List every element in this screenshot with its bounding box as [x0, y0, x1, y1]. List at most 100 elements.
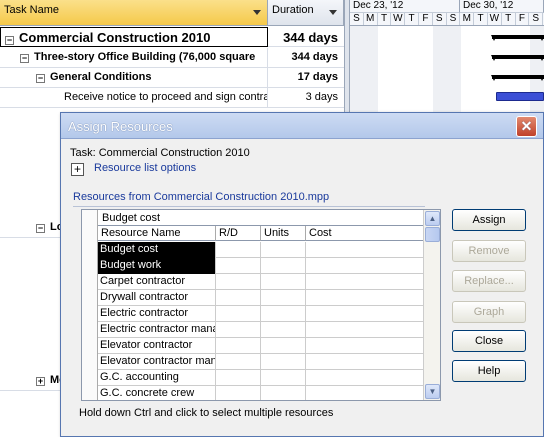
- resource-row[interactable]: G.C. accounting: [98, 370, 435, 386]
- column-header-resource-name[interactable]: Resource Name: [98, 226, 216, 241]
- units-cell[interactable]: [261, 370, 306, 386]
- cost-cell[interactable]: [306, 242, 435, 258]
- close-icon[interactable]: ✕: [516, 116, 537, 137]
- replace-button[interactable]: Replace...: [452, 270, 526, 292]
- resource-name-cell[interactable]: Drywall contractor: [98, 290, 216, 306]
- row-selector-column[interactable]: [82, 210, 98, 400]
- resource-row[interactable]: Elevator contractor: [98, 338, 435, 354]
- task-name-cell[interactable]: Receive notice to proceed and sign contr…: [0, 88, 268, 108]
- dropdown-arrow-icon[interactable]: [253, 10, 261, 15]
- duration-column-header[interactable]: Duration: [268, 0, 344, 26]
- resource-name-cell[interactable]: Electric contractor: [98, 306, 216, 322]
- resource-row[interactable]: Electric contractor: [98, 306, 435, 322]
- column-header-rd[interactable]: R/D: [216, 226, 261, 241]
- rd-cell[interactable]: [216, 258, 261, 274]
- resource-row[interactable]: G.C. concrete crew: [98, 386, 435, 400]
- collapse-icon[interactable]: −: [36, 74, 45, 83]
- resource-row[interactable]: Budget cost: [98, 242, 435, 258]
- resource-row[interactable]: Electric contractor management: [98, 322, 435, 338]
- cost-cell[interactable]: [306, 370, 435, 386]
- expand-options-icon[interactable]: +: [71, 163, 84, 176]
- day-label: S: [433, 13, 447, 25]
- units-cell[interactable]: [261, 322, 306, 338]
- task-line: Task: Commercial Construction 2010: [70, 147, 250, 159]
- cost-cell[interactable]: [306, 274, 435, 290]
- dialog-body: Task: Commercial Construction 2010 + Res…: [61, 139, 543, 436]
- cell-edit-field[interactable]: Budget cost: [98, 210, 435, 226]
- scroll-up-icon[interactable]: ▲: [425, 211, 440, 226]
- rd-cell[interactable]: [216, 386, 261, 400]
- resource-row[interactable]: Drywall contractor: [98, 290, 435, 306]
- cost-cell[interactable]: [306, 386, 435, 400]
- task-row[interactable]: − Three-story Office Building (76,000 squ…: [0, 48, 344, 68]
- units-cell[interactable]: [261, 306, 306, 322]
- resource-list-options-link[interactable]: Resource list options: [94, 162, 196, 174]
- task-name-cell[interactable]: − Commercial Construction 2010: [0, 27, 268, 47]
- assign-button[interactable]: Assign: [452, 209, 526, 231]
- resource-row[interactable]: Carpet contractor: [98, 274, 435, 290]
- rd-cell[interactable]: [216, 354, 261, 370]
- scroll-down-icon[interactable]: ▼: [425, 384, 440, 399]
- resource-name-cell[interactable]: Elevator contractor management: [98, 354, 216, 370]
- help-button[interactable]: Help: [452, 360, 526, 382]
- cost-cell[interactable]: [306, 258, 435, 274]
- units-cell[interactable]: [261, 274, 306, 290]
- dialog-title-bar[interactable]: Assign Resources ✕: [61, 113, 543, 139]
- graph-button[interactable]: Graph: [452, 301, 526, 323]
- rd-cell[interactable]: [216, 338, 261, 354]
- cost-cell[interactable]: [306, 322, 435, 338]
- rd-cell[interactable]: [216, 370, 261, 386]
- rd-cell[interactable]: [216, 322, 261, 338]
- task-row[interactable]: Receive notice to proceed and sign contr…: [0, 88, 344, 108]
- close-button[interactable]: Close: [452, 330, 526, 352]
- units-cell[interactable]: [261, 290, 306, 306]
- resource-row[interactable]: Elevator contractor management: [98, 354, 435, 370]
- units-cell[interactable]: [261, 338, 306, 354]
- cost-cell[interactable]: [306, 306, 435, 322]
- day-label: S: [447, 13, 461, 25]
- resource-name-cell[interactable]: Carpet contractor: [98, 274, 216, 290]
- rd-cell[interactable]: [216, 242, 261, 258]
- collapse-icon[interactable]: −: [5, 36, 14, 45]
- task-row[interactable]: − Commercial Construction 2010 344 days: [0, 27, 344, 47]
- task-row[interactable]: − General Conditions 17 days: [0, 68, 344, 88]
- cost-cell[interactable]: [306, 354, 435, 370]
- dialog-title: Assign Resources: [68, 119, 173, 134]
- collapse-icon[interactable]: −: [20, 54, 29, 63]
- summary-bar[interactable]: [491, 55, 544, 61]
- column-header-units[interactable]: Units: [261, 226, 306, 241]
- day-label: S: [350, 13, 364, 25]
- scroll-thumb[interactable]: [425, 227, 440, 242]
- units-cell[interactable]: [261, 354, 306, 370]
- task-bar[interactable]: [496, 92, 544, 101]
- resource-grid[interactable]: Budget cost Resource Name R/D Units Cost…: [81, 209, 441, 401]
- cost-cell[interactable]: [306, 290, 435, 306]
- column-header-cost[interactable]: Cost: [306, 226, 424, 241]
- summary-bar[interactable]: [491, 75, 544, 81]
- task-name-column-header[interactable]: Task Name: [0, 0, 268, 26]
- expand-icon[interactable]: +: [36, 377, 45, 386]
- resource-name-cell[interactable]: Elevator contractor: [98, 338, 216, 354]
- units-cell[interactable]: [261, 258, 306, 274]
- resource-name-cell[interactable]: G.C. concrete crew: [98, 386, 216, 400]
- units-cell[interactable]: [261, 242, 306, 258]
- cost-cell[interactable]: [306, 338, 435, 354]
- rd-cell[interactable]: [216, 306, 261, 322]
- day-label: W: [391, 13, 406, 25]
- task-name-cell[interactable]: − Three-story Office Building (76,000 squ…: [0, 48, 268, 68]
- resource-row[interactable]: Budget work: [98, 258, 435, 274]
- units-cell[interactable]: [261, 386, 306, 400]
- vertical-scrollbar[interactable]: ▲ ▼: [423, 210, 440, 400]
- collapse-icon[interactable]: −: [36, 224, 45, 233]
- rd-cell[interactable]: [216, 274, 261, 290]
- dropdown-arrow-icon[interactable]: [329, 10, 337, 15]
- remove-button[interactable]: Remove: [452, 240, 526, 262]
- task-name-cell[interactable]: − General Conditions: [0, 68, 268, 88]
- resource-name-cell[interactable]: Electric contractor management: [98, 322, 216, 338]
- resource-name-cell[interactable]: Budget cost: [98, 242, 216, 258]
- summary-bar[interactable]: [491, 35, 544, 41]
- day-label: T: [405, 13, 419, 25]
- rd-cell[interactable]: [216, 290, 261, 306]
- resource-name-cell[interactable]: Budget work: [98, 258, 216, 274]
- resource-name-cell[interactable]: G.C. accounting: [98, 370, 216, 386]
